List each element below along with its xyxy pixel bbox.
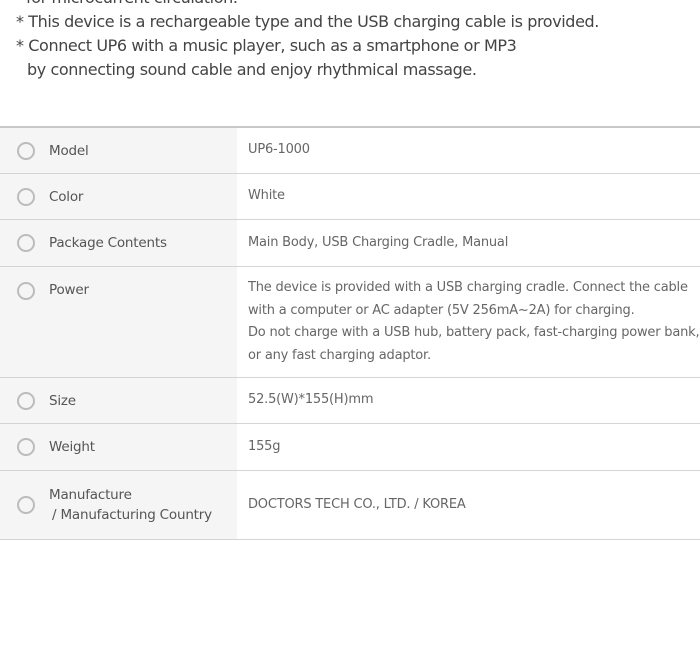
radio-circle-icon [17,438,35,456]
spec-row-weight: Weight 155g [0,424,700,471]
spec-value-package: Main Body, USB Charging Cradle, Manual [248,234,509,250]
radio-circle-icon [17,496,35,514]
radio-circle-icon [17,187,35,206]
spec-label-cell: Power [0,267,237,377]
spec-label-size: Size [49,392,76,409]
power-line-2: with a computer or AC adapter (5V 256mA~… [248,302,635,318]
spec-label-cell: Model [0,128,237,173]
spec-value-weight: 155g [248,438,281,454]
spec-table: Model UP6-1000 Color White Package Conte… [0,126,700,540]
spec-label-power: Power [49,282,89,298]
spec-row-power: Power The device is provided with a USB … [0,267,700,378]
power-line-1: The device is provided with a USB chargi… [248,280,688,295]
spec-label-cell: Package Contents [0,220,237,266]
intro-line-4: by connecting sound cable and enjoy rhyt… [27,60,477,79]
radio-circle-icon [17,234,35,252]
spec-label-cell: Size [0,378,237,423]
spec-label-cell: Color [0,174,237,219]
spec-row-manufacturer: Manufacture / Manufacturing Country DOCT… [0,471,700,540]
spec-value-power: The device is provided with a USB chargi… [237,267,700,377]
spec-row-size: Size 52.5(W)*155(H)mm [0,378,700,424]
spec-label-cell: Manufacture / Manufacturing Country [0,471,237,539]
radio-circle-icon [17,141,35,160]
spec-row-model: Model UP6-1000 [0,128,700,174]
intro-line-3: * Connect UP6 with a music player, such … [16,36,517,55]
spec-value-manufacturer: DOCTORS TECH CO., LTD. / KOREA [248,496,466,512]
spec-value-model: UP6-1000 [248,142,310,158]
power-line-3: Do not charge with a USB hub, battery pa… [248,325,700,341]
power-line-4: or any fast charging adaptor. [248,347,431,363]
spec-value-size: 52.5(W)*155(H)mm [248,392,374,408]
spec-label-weight: Weight [49,439,95,455]
spec-label-manufacturer: Manufacture / Manufacturing Country [49,485,212,525]
intro-line-2: * This device is a rechargeable type and… [16,12,599,31]
spec-label-color: Color [49,188,84,205]
spec-label-model: Model [49,142,89,159]
spec-label-package: Package Contents [49,235,167,251]
spec-value-color: White [248,188,285,204]
radio-circle-icon [17,391,35,410]
intro-line-1: for microcurrent circulation. [26,0,238,10]
spec-row-package: Package Contents Main Body, USB Charging… [0,220,700,267]
spec-label-cell: Weight [0,424,237,470]
spec-row-color: Color White [0,174,700,220]
radio-circle-icon [17,282,35,300]
manufacturer-label-line-2: / Manufacturing Country [52,507,212,523]
manufacturer-label-line-1: Manufacture [49,487,132,503]
